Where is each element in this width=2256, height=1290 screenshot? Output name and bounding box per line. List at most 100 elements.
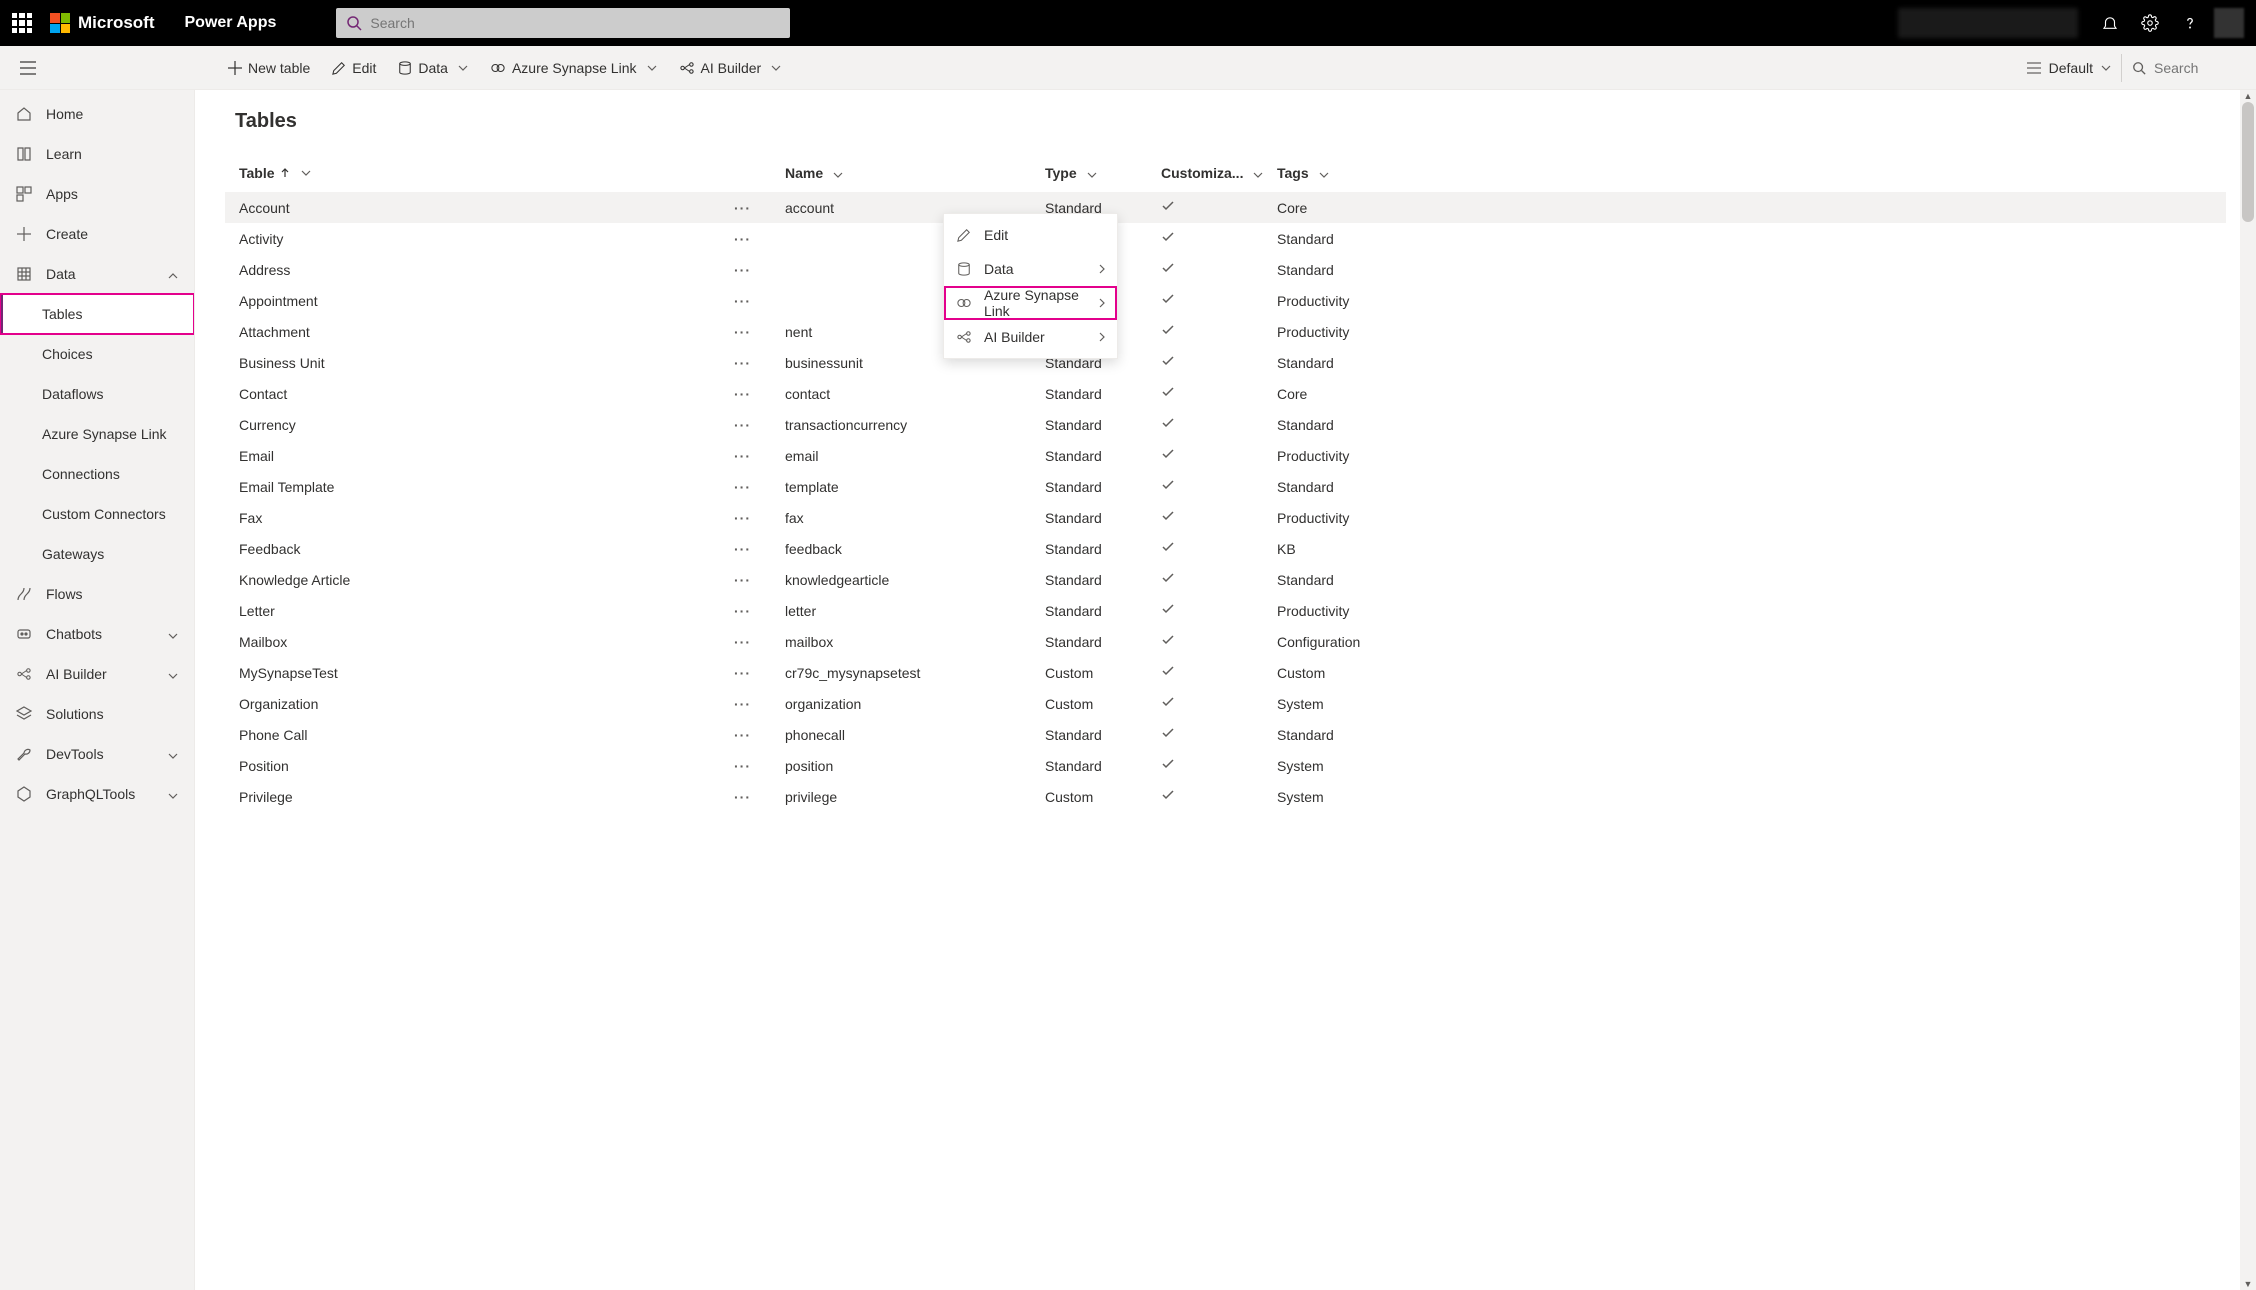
nav-graphql[interactable]: GraphQLTools <box>0 774 194 814</box>
nav-choices[interactable]: Choices <box>0 334 194 374</box>
nav-toggle-icon[interactable] <box>8 61 48 75</box>
table-row[interactable]: Attachment···nentStandardProductivity <box>225 316 2226 347</box>
cell-tags: System <box>1277 696 2226 712</box>
more-actions-icon[interactable]: ··· <box>730 351 755 375</box>
nav-create[interactable]: Create <box>0 214 194 254</box>
nav-synapse[interactable]: Azure Synapse Link <box>0 414 194 454</box>
nav-custom-connectors[interactable]: Custom Connectors <box>0 494 194 534</box>
user-avatar[interactable] <box>2214 8 2244 38</box>
table-row[interactable]: Appointment···StandardProductivity <box>225 285 2226 316</box>
nav-home[interactable]: Home <box>0 94 194 134</box>
table-row[interactable]: Email Template···templateStandardStandar… <box>225 471 2226 502</box>
graphql-icon <box>16 786 32 802</box>
nav-data[interactable]: Data <box>0 254 194 294</box>
more-actions-icon[interactable]: ··· <box>730 568 755 592</box>
scroll-up-icon[interactable]: ▲ <box>2243 91 2253 101</box>
notifications-icon[interactable] <box>2090 0 2130 46</box>
cell-name: feedback <box>785 541 1045 557</box>
more-actions-icon[interactable]: ··· <box>730 506 755 530</box>
nav-chatbots[interactable]: Chatbots <box>0 614 194 654</box>
more-actions-icon[interactable]: ··· <box>730 754 755 778</box>
edit-label: Edit <box>352 60 376 76</box>
ctx-edit[interactable]: Edit <box>944 218 1117 252</box>
more-actions-icon[interactable]: ··· <box>730 692 755 716</box>
ctx-data[interactable]: Data <box>944 252 1117 286</box>
cell-customizable <box>1161 664 1277 681</box>
search-icon <box>346 15 362 31</box>
cell-name: contact <box>785 386 1045 402</box>
col-header-customizable[interactable]: Customiza... <box>1161 165 1277 181</box>
more-actions-icon[interactable]: ··· <box>730 475 755 499</box>
col-header-tags[interactable]: Tags <box>1277 165 2226 181</box>
more-actions-icon[interactable]: ··· <box>730 599 755 623</box>
table-row[interactable]: Currency···transactioncurrencyStandardSt… <box>225 409 2226 440</box>
environment-picker[interactable] <box>1898 8 2078 38</box>
table-row[interactable]: Organization···organizationCustomSystem <box>225 688 2226 719</box>
more-actions-icon[interactable]: ··· <box>730 289 755 313</box>
more-actions-icon[interactable]: ··· <box>730 785 755 809</box>
nav-connections[interactable]: Connections <box>0 454 194 494</box>
scroll-down-icon[interactable]: ▼ <box>2243 1279 2253 1289</box>
table-row[interactable]: Activity···CustomStandard <box>225 223 2226 254</box>
more-actions-icon[interactable]: ··· <box>730 413 755 437</box>
more-actions-icon[interactable]: ··· <box>730 723 755 747</box>
nav-devtools[interactable]: DevTools <box>0 734 194 774</box>
ctx-aibuilder[interactable]: AI Builder <box>944 320 1117 354</box>
table-row[interactable]: Mailbox···mailboxStandardConfiguration <box>225 626 2226 657</box>
data-label: Data <box>418 60 448 76</box>
more-actions-icon[interactable]: ··· <box>730 382 755 406</box>
table-row[interactable]: Address···StandardStandard <box>225 254 2226 285</box>
more-actions-icon[interactable]: ··· <box>730 661 755 685</box>
cell-table: Account <box>239 200 290 216</box>
settings-icon[interactable] <box>2130 0 2170 46</box>
scrollbar[interactable]: ▲ ▼ <box>2240 90 2256 1290</box>
data-button[interactable]: Data <box>388 54 478 82</box>
table-row[interactable]: Letter···letterStandardProductivity <box>225 595 2226 626</box>
table-row[interactable]: Email···emailStandardProductivity <box>225 440 2226 471</box>
cell-tags: Standard <box>1277 572 2226 588</box>
app-launcher-icon[interactable] <box>12 13 32 33</box>
more-actions-icon[interactable]: ··· <box>730 630 755 654</box>
nav-flows[interactable]: Flows <box>0 574 194 614</box>
table-row[interactable]: Privilege···privilegeCustomSystem <box>225 781 2226 812</box>
table-row[interactable]: Phone Call···phonecallStandardStandard <box>225 719 2226 750</box>
new-table-button[interactable]: New table <box>218 54 320 82</box>
more-actions-icon[interactable]: ··· <box>730 444 755 468</box>
table-row[interactable]: Business Unit···businessunitStandardStan… <box>225 347 2226 378</box>
ctx-synapse[interactable]: Azure Synapse Link <box>944 286 1117 320</box>
page-search[interactable] <box>2122 54 2244 82</box>
col-header-name[interactable]: Name <box>785 165 1045 181</box>
more-actions-icon[interactable]: ··· <box>730 320 755 344</box>
more-actions-icon[interactable]: ··· <box>730 537 755 561</box>
global-search-input[interactable] <box>370 15 780 31</box>
nav-dataflows[interactable]: Dataflows <box>0 374 194 414</box>
more-actions-icon[interactable]: ··· <box>730 227 755 251</box>
cell-customizable <box>1161 571 1277 588</box>
col-header-table[interactable]: Table <box>225 165 785 181</box>
global-search[interactable] <box>336 8 790 38</box>
table-row[interactable]: Contact···contactStandardCore <box>225 378 2226 409</box>
table-row[interactable]: Feedback···feedbackStandardKB <box>225 533 2226 564</box>
nav-apps[interactable]: Apps <box>0 174 194 214</box>
nav-aibuilder[interactable]: AI Builder <box>0 654 194 694</box>
table-row[interactable]: Position···positionStandardSystem <box>225 750 2226 781</box>
help-icon[interactable] <box>2170 0 2210 46</box>
chevron-down-icon <box>301 170 311 176</box>
edit-button[interactable]: Edit <box>322 54 386 82</box>
more-actions-icon[interactable]: ··· <box>730 258 755 282</box>
scrollbar-thumb[interactable] <box>2242 102 2254 222</box>
view-switcher[interactable]: Default <box>2017 54 2122 82</box>
nav-gateways[interactable]: Gateways <box>0 534 194 574</box>
nav-tables[interactable]: Tables <box>0 294 194 334</box>
table-row[interactable]: Account···accountStandardCore <box>225 192 2226 223</box>
col-header-type[interactable]: Type <box>1045 165 1161 181</box>
synapse-button[interactable]: Azure Synapse Link <box>480 54 667 82</box>
nav-solutions[interactable]: Solutions <box>0 694 194 734</box>
table-row[interactable]: Fax···faxStandardProductivity <box>225 502 2226 533</box>
table-row[interactable]: MySynapseTest···cr79c_mysynapsetestCusto… <box>225 657 2226 688</box>
nav-learn[interactable]: Learn <box>0 134 194 174</box>
more-actions-icon[interactable]: ··· <box>730 196 755 220</box>
table-row[interactable]: Knowledge Article···knowledgearticleStan… <box>225 564 2226 595</box>
page-search-input[interactable] <box>2154 60 2234 76</box>
aibuilder-button[interactable]: AI Builder <box>669 54 792 82</box>
